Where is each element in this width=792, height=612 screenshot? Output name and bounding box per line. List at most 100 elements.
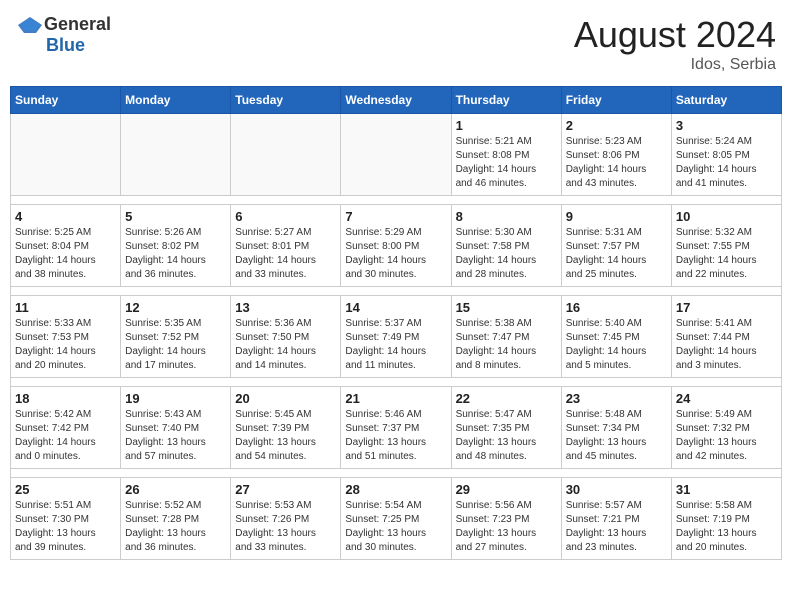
day-info: Sunrise: 5:23 AM Sunset: 8:06 PM Dayligh…: [566, 135, 667, 191]
weekday-tuesday: Tuesday: [231, 87, 341, 114]
day-info: Sunrise: 5:48 AM Sunset: 7:34 PM Dayligh…: [566, 408, 667, 464]
day-info: Sunrise: 5:35 AM Sunset: 7:52 PM Dayligh…: [125, 317, 226, 373]
day-cell: 15Sunrise: 5:38 AM Sunset: 7:47 PM Dayli…: [451, 296, 561, 378]
day-info: Sunrise: 5:32 AM Sunset: 7:55 PM Dayligh…: [676, 226, 777, 282]
day-cell: [231, 114, 341, 196]
week-row-4: 18 Sunrise: 5:42 AM Sunset: 7:42 PM Dayli…: [11, 387, 782, 469]
weekday-sunday: Sunday: [11, 87, 121, 114]
day-info: Sunrise: 5:49 AM Sunset: 7:32 PM Dayligh…: [676, 408, 777, 464]
weekday-saturday: Saturday: [671, 87, 781, 114]
day-cell: 30 Sunrise: 5:57 AM Sunset: 7:21 PM Dayli…: [561, 478, 671, 560]
day-info: Sunrise: 5:42 AM Sunset: 7:42 PM Dayligh…: [15, 408, 116, 464]
day-number: 25: [15, 482, 116, 497]
day-number: 28: [345, 482, 446, 497]
day-cell: 12 Sunrise: 5:35 AM Sunset: 7:52 PM Dayli…: [121, 296, 231, 378]
day-cell: 27 Sunrise: 5:53 AM Sunset: 7:26 PM Dayli…: [231, 478, 341, 560]
day-info: Sunrise: 5:57 AM Sunset: 7:21 PM Dayligh…: [566, 499, 667, 555]
day-number: 13: [235, 300, 336, 315]
day-cell: 23 Sunrise: 5:48 AM Sunset: 7:34 PM Dayli…: [561, 387, 671, 469]
day-info: Sunrise: 5:53 AM Sunset: 7:26 PM Dayligh…: [235, 499, 336, 555]
day-number: 20: [235, 391, 336, 406]
day-number: 26: [125, 482, 226, 497]
day-cell: 14 Sunrise: 5:37 AM Sunset: 7:49 PM Dayli…: [341, 296, 451, 378]
day-number: 4: [15, 209, 116, 224]
day-cell: 18 Sunrise: 5:42 AM Sunset: 7:42 PM Dayli…: [11, 387, 121, 469]
day-number: 17: [676, 300, 777, 315]
day-number: 22: [456, 391, 557, 406]
day-info: Sunrise: 5:27 AM Sunset: 8:01 PM Dayligh…: [235, 226, 336, 282]
day-number: 31: [676, 482, 777, 497]
logo: General Blue: [16, 14, 111, 56]
day-info: Sunrise: 5:33 AM Sunset: 7:53 PM Dayligh…: [15, 317, 116, 373]
day-cell: 9Sunrise: 5:31 AM Sunset: 7:57 PM Daylig…: [561, 205, 671, 287]
week-row-2: 4 Sunrise: 5:25 AM Sunset: 8:04 PM Daylig…: [11, 205, 782, 287]
day-cell: 8 Sunrise: 5:30 AM Sunset: 7:58 PM Daylig…: [451, 205, 561, 287]
day-info: Sunrise: 5:37 AM Sunset: 7:49 PM Dayligh…: [345, 317, 446, 373]
day-info: Sunrise: 5:38 AM Sunset: 7:47 PM Dayligh…: [456, 317, 557, 373]
day-cell: 6 Sunrise: 5:27 AM Sunset: 8:01 PM Daylig…: [231, 205, 341, 287]
day-cell: 31 Sunrise: 5:58 AM Sunset: 7:19 PM Dayli…: [671, 478, 781, 560]
day-cell: 21 Sunrise: 5:46 AM Sunset: 7:37 PM Dayli…: [341, 387, 451, 469]
day-cell: 28 Sunrise: 5:54 AM Sunset: 7:25 PM Dayli…: [341, 478, 451, 560]
day-number: 2: [566, 118, 667, 133]
day-cell: 10Sunrise: 5:32 AM Sunset: 7:55 PM Dayli…: [671, 205, 781, 287]
day-cell: 13Sunrise: 5:36 AM Sunset: 7:50 PM Dayli…: [231, 296, 341, 378]
day-number: 7: [345, 209, 446, 224]
day-number: 12: [125, 300, 226, 315]
logo-blue: Blue: [46, 35, 85, 56]
day-cell: 19Sunrise: 5:43 AM Sunset: 7:40 PM Dayli…: [121, 387, 231, 469]
row-separator: [11, 196, 782, 205]
day-cell: 24 Sunrise: 5:49 AM Sunset: 7:32 PM Dayli…: [671, 387, 781, 469]
day-number: 1: [456, 118, 557, 133]
calendar-table: SundayMondayTuesdayWednesdayThursdayFrid…: [10, 86, 782, 560]
day-info: Sunrise: 5:46 AM Sunset: 7:37 PM Dayligh…: [345, 408, 446, 464]
day-cell: 16Sunrise: 5:40 AM Sunset: 7:45 PM Dayli…: [561, 296, 671, 378]
day-info: Sunrise: 5:29 AM Sunset: 8:00 PM Dayligh…: [345, 226, 446, 282]
day-number: 27: [235, 482, 336, 497]
location-title: Idos, Serbia: [574, 56, 776, 74]
day-info: Sunrise: 5:30 AM Sunset: 7:58 PM Dayligh…: [456, 226, 557, 282]
weekday-header-row: SundayMondayTuesdayWednesdayThursdayFrid…: [11, 87, 782, 114]
day-number: 5: [125, 209, 226, 224]
day-info: Sunrise: 5:51 AM Sunset: 7:30 PM Dayligh…: [15, 499, 116, 555]
day-info: Sunrise: 5:24 AM Sunset: 8:05 PM Dayligh…: [676, 135, 777, 191]
day-cell: 4 Sunrise: 5:25 AM Sunset: 8:04 PM Daylig…: [11, 205, 121, 287]
row-separator: [11, 469, 782, 478]
day-info: Sunrise: 5:56 AM Sunset: 7:23 PM Dayligh…: [456, 499, 557, 555]
month-year-title: August 2024: [574, 14, 776, 56]
week-row-5: 25 Sunrise: 5:51 AM Sunset: 7:30 PM Dayli…: [11, 478, 782, 560]
day-number: 23: [566, 391, 667, 406]
logo-general: General: [44, 14, 111, 35]
day-info: Sunrise: 5:58 AM Sunset: 7:19 PM Dayligh…: [676, 499, 777, 555]
day-cell: 1Sunrise: 5:21 AM Sunset: 8:08 PM Daylig…: [451, 114, 561, 196]
day-number: 21: [345, 391, 446, 406]
day-info: Sunrise: 5:43 AM Sunset: 7:40 PM Dayligh…: [125, 408, 226, 464]
header: General Blue August 2024 Idos, Serbia: [10, 10, 782, 78]
day-cell: 11 Sunrise: 5:33 AM Sunset: 7:53 PM Dayli…: [11, 296, 121, 378]
day-cell: 20Sunrise: 5:45 AM Sunset: 7:39 PM Dayli…: [231, 387, 341, 469]
day-info: Sunrise: 5:26 AM Sunset: 8:02 PM Dayligh…: [125, 226, 226, 282]
day-cell: 3Sunrise: 5:24 AM Sunset: 8:05 PM Daylig…: [671, 114, 781, 196]
weekday-monday: Monday: [121, 87, 231, 114]
day-cell: 17Sunrise: 5:41 AM Sunset: 7:44 PM Dayli…: [671, 296, 781, 378]
day-number: 14: [345, 300, 446, 315]
day-cell: 7 Sunrise: 5:29 AM Sunset: 8:00 PM Daylig…: [341, 205, 451, 287]
day-info: Sunrise: 5:54 AM Sunset: 7:25 PM Dayligh…: [345, 499, 446, 555]
weekday-thursday: Thursday: [451, 87, 561, 114]
weekday-friday: Friday: [561, 87, 671, 114]
day-cell: 25 Sunrise: 5:51 AM Sunset: 7:30 PM Dayli…: [11, 478, 121, 560]
week-row-1: 1Sunrise: 5:21 AM Sunset: 8:08 PM Daylig…: [11, 114, 782, 196]
day-info: Sunrise: 5:31 AM Sunset: 7:57 PM Dayligh…: [566, 226, 667, 282]
day-number: 8: [456, 209, 557, 224]
day-number: 18: [15, 391, 116, 406]
day-number: 24: [676, 391, 777, 406]
day-info: Sunrise: 5:25 AM Sunset: 8:04 PM Dayligh…: [15, 226, 116, 282]
day-cell: 26 Sunrise: 5:52 AM Sunset: 7:28 PM Dayli…: [121, 478, 231, 560]
week-row-3: 11 Sunrise: 5:33 AM Sunset: 7:53 PM Dayli…: [11, 296, 782, 378]
day-info: Sunrise: 5:52 AM Sunset: 7:28 PM Dayligh…: [125, 499, 226, 555]
day-number: 11: [15, 300, 116, 315]
day-number: 6: [235, 209, 336, 224]
row-separator: [11, 287, 782, 296]
day-cell: 5 Sunrise: 5:26 AM Sunset: 8:02 PM Daylig…: [121, 205, 231, 287]
day-number: 30: [566, 482, 667, 497]
